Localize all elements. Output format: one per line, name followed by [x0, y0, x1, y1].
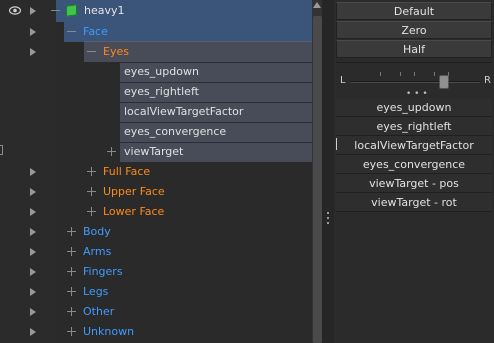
pinned-control-eyes-updown[interactable]: eyes_updown — [336, 98, 492, 117]
select-arrow-icon[interactable] — [30, 268, 36, 276]
zero-pose-button[interactable]: Zero — [336, 21, 492, 39]
tree-row-root[interactable]: heavy1 — [0, 1, 312, 21]
pinned-control-eyes-rightleft[interactable]: eyes_rightleft — [336, 117, 492, 136]
tree-row-leaf[interactable]: eyes_updown — [0, 62, 312, 82]
select-arrow-icon[interactable] — [30, 168, 36, 176]
node-label: Face — [83, 25, 108, 38]
pinned-control-local-view-target-factor[interactable]: localViewTargetFactor — [336, 136, 492, 155]
expand-icon[interactable] — [67, 247, 76, 256]
tree-row-upper-face[interactable]: Upper Face — [0, 182, 312, 202]
slider-handle[interactable] — [438, 75, 449, 89]
root-label: heavy1 — [84, 4, 125, 17]
expand-icon[interactable] — [67, 307, 76, 316]
default-pose-button[interactable]: Default — [336, 2, 492, 20]
collapse-icon[interactable] — [87, 47, 96, 56]
node-label: Fingers — [83, 265, 123, 278]
tree-row-leaf[interactable]: eyes_rightleft — [0, 82, 312, 102]
node-label: Upper Face — [103, 185, 165, 198]
scroll-up-arrow-icon[interactable] — [313, 2, 321, 8]
select-arrow-icon[interactable] — [30, 248, 36, 256]
slider-left-label: L — [340, 75, 346, 86]
pose-controls-panel: Default Zero Half L R • • • eyes_updown … — [334, 0, 494, 343]
node-label: Full Face — [103, 165, 151, 178]
pinned-control-viewtarget-pos[interactable]: viewTarget - pos — [336, 174, 492, 193]
tree-row-legs[interactable]: Legs — [0, 282, 312, 302]
slider-tick — [434, 72, 435, 76]
select-arrow-icon[interactable] — [30, 308, 36, 316]
slider-tick — [380, 72, 381, 76]
tree-row-face[interactable]: Face — [0, 22, 312, 42]
tree-row-leaf[interactable]: localViewTargetFactor — [0, 102, 312, 122]
node-label: eyes_updown — [124, 65, 199, 78]
select-arrow-icon[interactable] — [30, 28, 36, 36]
select-arrow-icon[interactable] — [30, 188, 36, 196]
node-label: viewTarget — [124, 145, 184, 158]
node-label: Eyes — [103, 45, 129, 58]
tree-row-leaf[interactable]: eyes_convergence — [0, 122, 312, 142]
slider-tick — [400, 72, 401, 76]
half-pose-button[interactable]: Half — [336, 40, 492, 58]
tree-row-body[interactable]: Body — [0, 222, 312, 242]
scrollbar-thumb[interactable] — [313, 16, 322, 343]
expand-icon[interactable] — [107, 147, 116, 156]
collapse-icon[interactable] — [51, 6, 60, 15]
panel-splitter[interactable] — [322, 0, 334, 343]
node-label: Arms — [83, 245, 112, 258]
tree-row-arms[interactable]: Arms — [0, 242, 312, 262]
tree-row-other[interactable]: Other — [0, 302, 312, 322]
collapse-icon[interactable] — [67, 27, 76, 36]
tree-row-eyes[interactable]: Eyes — [0, 42, 312, 62]
select-arrow-icon[interactable] — [30, 208, 36, 216]
node-label: localViewTargetFactor — [124, 105, 244, 118]
rig-cube-icon — [66, 4, 77, 17]
expand-icon[interactable] — [67, 287, 76, 296]
text-cursor — [336, 138, 337, 150]
slider-right-label: R — [484, 75, 491, 86]
rig-tree-panel: heavy1 Face Eyes eyes_updown eyes_rightl… — [0, 0, 322, 343]
node-label: Other — [83, 305, 115, 318]
select-arrow-icon[interactable] — [30, 328, 36, 336]
expand-icon[interactable] — [87, 187, 96, 196]
grip-dot — [327, 212, 329, 214]
grip-dot — [327, 222, 329, 224]
slider-track[interactable] — [350, 81, 480, 83]
expand-icon[interactable] — [87, 167, 96, 176]
lr-slider[interactable]: L R • • • — [336, 64, 492, 99]
divider — [336, 62, 492, 63]
node-label: Lower Face — [103, 205, 165, 218]
node-label: eyes_rightleft — [124, 85, 199, 98]
select-arrow-icon[interactable] — [30, 228, 36, 236]
panel-edge-notch — [0, 145, 3, 155]
pinned-control-viewtarget-rot[interactable]: viewTarget - rot — [336, 193, 492, 212]
node-label: Legs — [83, 285, 109, 298]
select-arrow-icon[interactable] — [30, 7, 36, 15]
node-label: Body — [83, 225, 111, 238]
tree-row-unknown[interactable]: Unknown — [0, 322, 312, 342]
select-arrow-icon[interactable] — [30, 48, 36, 56]
expand-icon[interactable] — [67, 227, 76, 236]
node-label: eyes_convergence — [124, 125, 227, 138]
expand-icon[interactable] — [87, 207, 96, 216]
expand-icon[interactable] — [67, 327, 76, 336]
tree-row-full-face[interactable]: Full Face — [0, 162, 312, 182]
tree-row-viewtarget[interactable]: viewTarget — [0, 142, 312, 162]
tree-row-lower-face[interactable]: Lower Face — [0, 202, 312, 222]
pinned-control-eyes-convergence[interactable]: eyes_convergence — [336, 155, 492, 174]
node-label: Unknown — [83, 325, 135, 338]
grip-dot — [327, 217, 329, 219]
eye-visibility-icon[interactable] — [9, 6, 21, 15]
slider-tick — [414, 72, 415, 76]
select-arrow-icon[interactable] — [30, 288, 36, 296]
tree-row-fingers[interactable]: Fingers — [0, 262, 312, 282]
expand-icon[interactable] — [67, 267, 76, 276]
